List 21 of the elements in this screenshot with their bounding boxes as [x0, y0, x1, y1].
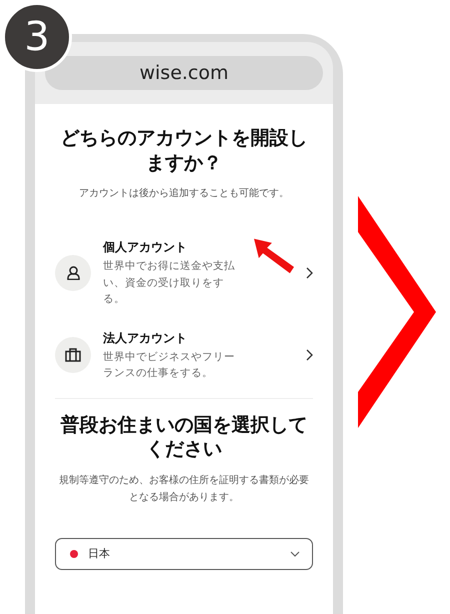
person-icon	[66, 266, 80, 280]
caret-icon	[290, 551, 300, 558]
option-title: 個人アカウント	[103, 239, 188, 256]
next-chevron-icon	[358, 196, 436, 428]
chevron-right-icon	[306, 266, 313, 279]
option-title: 法人アカウント	[103, 330, 188, 348]
address-bar[interactable]: wise.com	[45, 56, 323, 90]
select-value: 日本	[88, 546, 111, 562]
page-heading: どちらのアカウントを開設しますか？	[60, 126, 308, 176]
account-option[interactable]: 法人アカウント 世界中でビジネスやフリーランスの仕事をする。	[55, 329, 313, 382]
option-description: 世界中でビジネスやフリーランスの仕事をする。	[103, 350, 236, 382]
country-select[interactable]: 日本	[55, 538, 313, 570]
section-heading: 普段お住まいの国を選択してください	[60, 412, 308, 462]
note-text: 規制等遵守のため、お客様の住所を証明する書類が必要となる場合があります。	[58, 474, 310, 506]
briefcase-icon	[65, 348, 81, 362]
account-option[interactable]: 個人アカウント 世界中でお得に送金や支払い、資金の受け取りをする。	[55, 238, 313, 308]
flag-dot-icon	[70, 550, 78, 558]
step-number-badge: 3	[2, 2, 72, 72]
chevron-right-icon	[306, 349, 313, 362]
subtitle-text: アカウントは後から追加することも可能です。	[79, 186, 289, 202]
option-description: 世界中でお得に送金や支払い、資金の受け取りをする。	[103, 259, 236, 307]
